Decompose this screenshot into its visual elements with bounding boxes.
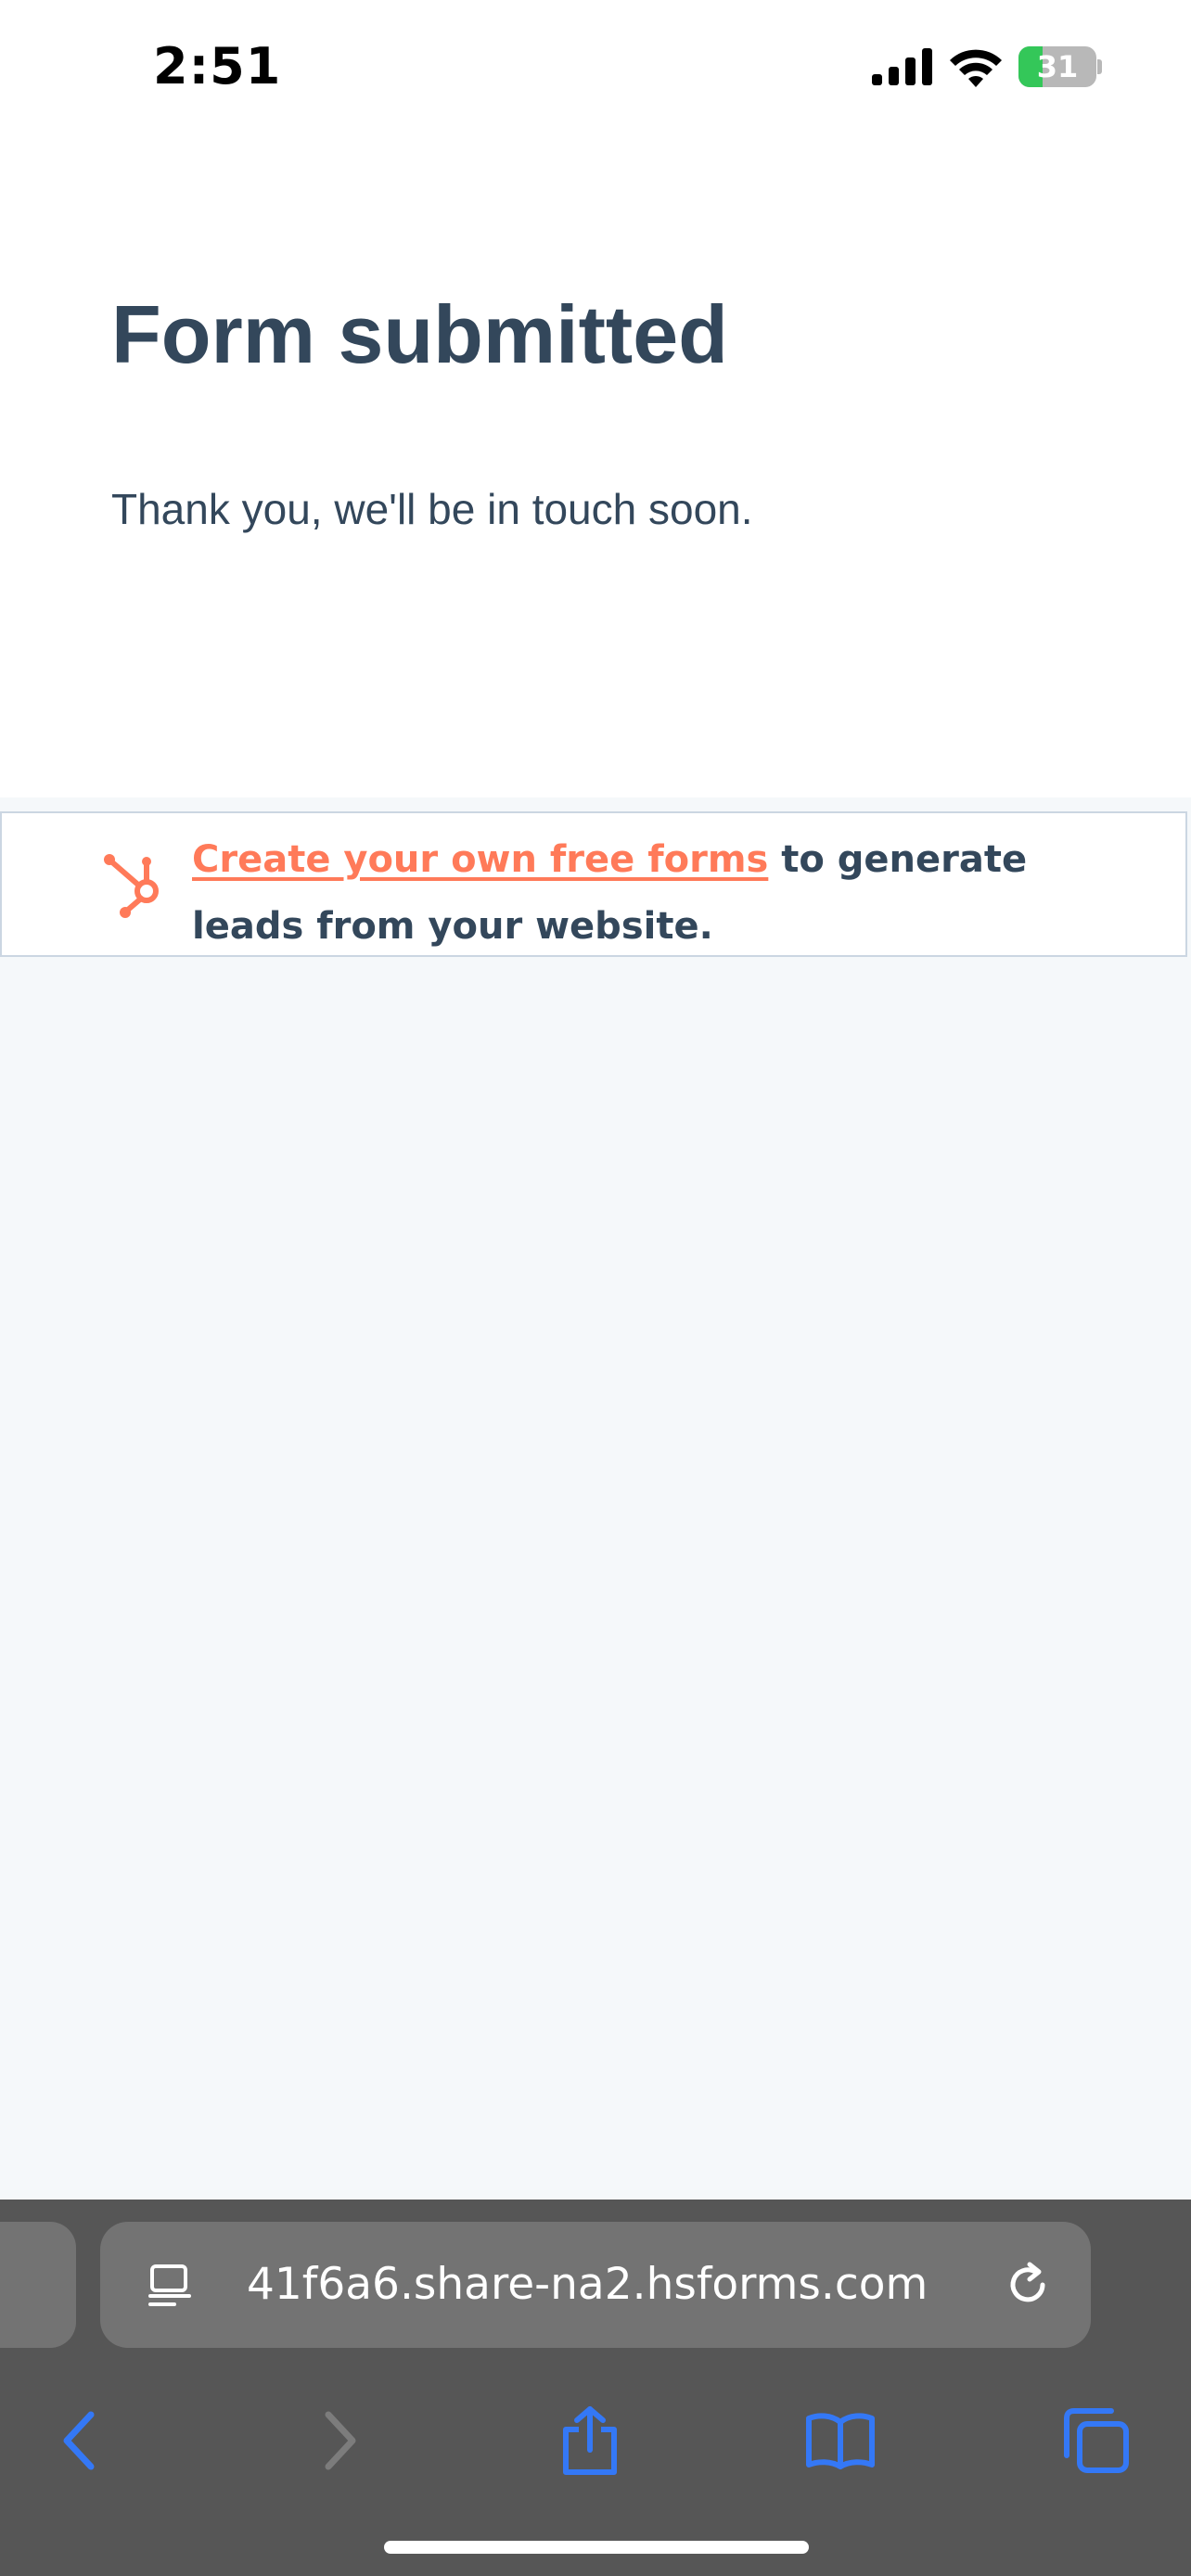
share-button[interactable] <box>555 2405 625 2476</box>
tabs-icon <box>1064 2408 1129 2473</box>
bookmarks-icon <box>806 2413 875 2469</box>
confirmation-message: Thank you, we'll be in touch soon. <box>111 485 753 533</box>
promo-banner: Create your own free forms to generate l… <box>0 811 1187 957</box>
bookmarks-button[interactable] <box>805 2405 876 2476</box>
previous-tab-preview[interactable] <box>0 2222 76 2348</box>
forward-icon <box>325 2411 356 2470</box>
promo-text: Create your own free forms to generate l… <box>192 826 1120 960</box>
back-button[interactable] <box>45 2405 115 2476</box>
home-indicator <box>384 2541 809 2554</box>
address-bar[interactable]: 41f6a6.share-na2.hsforms.com <box>100 2222 1091 2348</box>
navigation-row <box>0 2385 1191 2496</box>
screen: 2:51 31 Form submitted Thank you, we'll … <box>0 0 1191 2576</box>
battery-charging-icon: 31 <box>1018 46 1102 87</box>
create-forms-link[interactable]: Create your own free forms <box>192 838 768 881</box>
page-menu-icon[interactable] <box>147 2263 193 2309</box>
browser-toolbar: 41f6a6.share-na2.hsforms.com <box>0 2200 1191 2576</box>
back-icon <box>63 2411 95 2470</box>
tabs-button[interactable] <box>1061 2405 1132 2476</box>
page-title: Form submitted <box>111 288 728 380</box>
status-time: 2:51 <box>153 37 282 96</box>
battery-percentage: 31 <box>1036 49 1079 84</box>
forward-button[interactable] <box>304 2405 375 2476</box>
status-bar: 2:51 31 <box>0 0 1191 139</box>
share-icon <box>563 2406 617 2475</box>
status-icons: 31 <box>872 46 1102 87</box>
url-text[interactable]: 41f6a6.share-na2.hsforms.com <box>247 2259 928 2310</box>
hubspot-sprocket-icon <box>104 854 159 918</box>
wifi-icon <box>950 49 1002 87</box>
signal-icon <box>872 48 932 85</box>
confirmation-section: Form submitted Thank you, we'll be in to… <box>0 139 1191 797</box>
reload-icon[interactable] <box>1002 2259 1054 2311</box>
